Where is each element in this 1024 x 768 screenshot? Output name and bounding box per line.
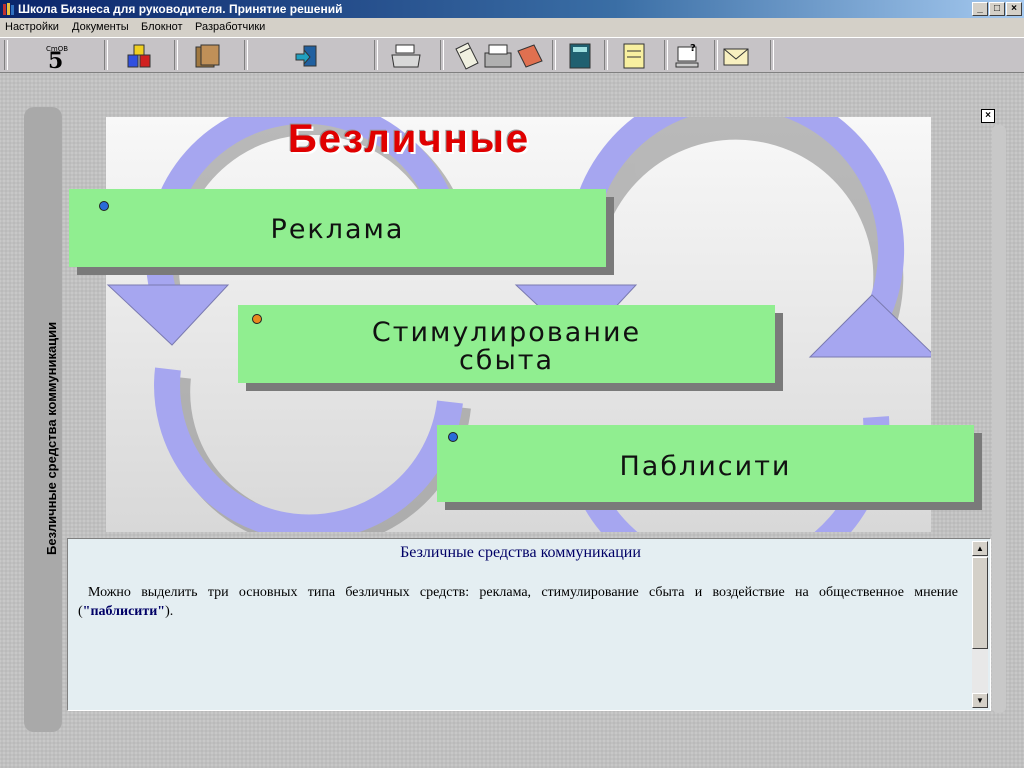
menu-settings[interactable]: Настройки <box>5 21 59 33</box>
toolbar-separator <box>174 40 178 70</box>
menu-notebook[interactable]: Блокнот <box>141 21 183 33</box>
publicity-bullet-icon <box>448 432 458 442</box>
close-button[interactable]: × <box>1006 2 1022 16</box>
menu-bar: Настройки Документы Блокнот Разработчики <box>0 18 1024 37</box>
minimize-button[interactable]: _ <box>972 2 988 16</box>
notes-icon[interactable] <box>618 41 650 71</box>
app-books-icon <box>3 3 14 15</box>
advertising-box[interactable]: Реклама <box>69 189 606 267</box>
svg-text:?: ? <box>690 43 696 54</box>
toolbar-separator <box>664 40 668 70</box>
help-computer-icon[interactable]: ? <box>672 41 704 71</box>
toolbar-separator <box>440 40 444 70</box>
calculator-icon[interactable] <box>564 41 596 71</box>
sales-promotion-label-line1: Стимулирование <box>371 317 642 348</box>
exit-door-icon[interactable] <box>292 41 324 71</box>
description-text-end: ). <box>165 604 174 619</box>
advertising-bullet-icon <box>99 201 109 211</box>
toolbar-separator <box>374 40 378 70</box>
sales-promotion-label-line2: сбыта <box>458 345 555 376</box>
publicity-label: Паблисити <box>619 451 792 482</box>
title-bar: Школа Бизнеса для руководителя. Принятие… <box>0 0 1024 18</box>
side-panel-label: Безличные средства коммуникации <box>44 321 59 555</box>
description-panel: Безличные средства коммуникации Можно вы… <box>67 538 991 711</box>
publicity-link[interactable]: "паблисити" <box>83 604 165 619</box>
folders-icon[interactable] <box>192 41 224 71</box>
window-title: Школа Бизнеса для руководителя. Принятие… <box>18 2 343 16</box>
vertical-scrollbar[interactable]: ▲ ▼ <box>972 541 988 708</box>
maximize-button[interactable]: □ <box>989 2 1005 16</box>
book-icon[interactable] <box>514 41 546 71</box>
toolbar-separator <box>714 40 718 70</box>
toolbar-separator <box>104 40 108 70</box>
cubes-icon[interactable] <box>124 41 156 71</box>
advertising-label: Реклама <box>270 214 405 245</box>
printer-icon[interactable] <box>390 41 422 71</box>
mail-icon[interactable] <box>720 41 752 71</box>
right-rail <box>992 125 1006 713</box>
scroll-down-button[interactable]: ▼ <box>972 693 988 708</box>
description-heading: Безличные средства коммуникации <box>400 544 641 561</box>
toolbar-separator <box>4 40 8 70</box>
publicity-box[interactable]: Паблисити <box>437 425 974 502</box>
diagram-title: Безличные <box>288 117 531 161</box>
cassette-icon[interactable] <box>482 41 514 71</box>
logo-5-icon[interactable]: 5 CmOB <box>40 41 72 74</box>
svg-text:CmOB: CmOB <box>46 45 68 53</box>
toolbar-separator <box>770 40 774 70</box>
panel-close-button[interactable]: × <box>981 109 995 123</box>
description-text: Можно выделить три основных типа безличн… <box>78 583 958 621</box>
sales-promotion-box[interactable]: Стимулирование сбыта <box>238 305 775 383</box>
description-text-main: Можно выделить три основных типа безличн… <box>78 585 958 619</box>
menu-documents[interactable]: Документы <box>72 21 129 33</box>
toolbar-separator <box>552 40 556 70</box>
toolbar-separator <box>244 40 248 70</box>
clipboard-icon[interactable] <box>450 41 482 71</box>
scroll-up-button[interactable]: ▲ <box>972 541 988 556</box>
toolbar-separator <box>604 40 608 70</box>
sales-promotion-bullet-icon <box>252 314 262 324</box>
toolbar: 5 CmOB ? <box>0 37 1024 74</box>
menu-developers[interactable]: Разработчики <box>195 21 265 33</box>
scroll-thumb[interactable] <box>972 557 988 649</box>
